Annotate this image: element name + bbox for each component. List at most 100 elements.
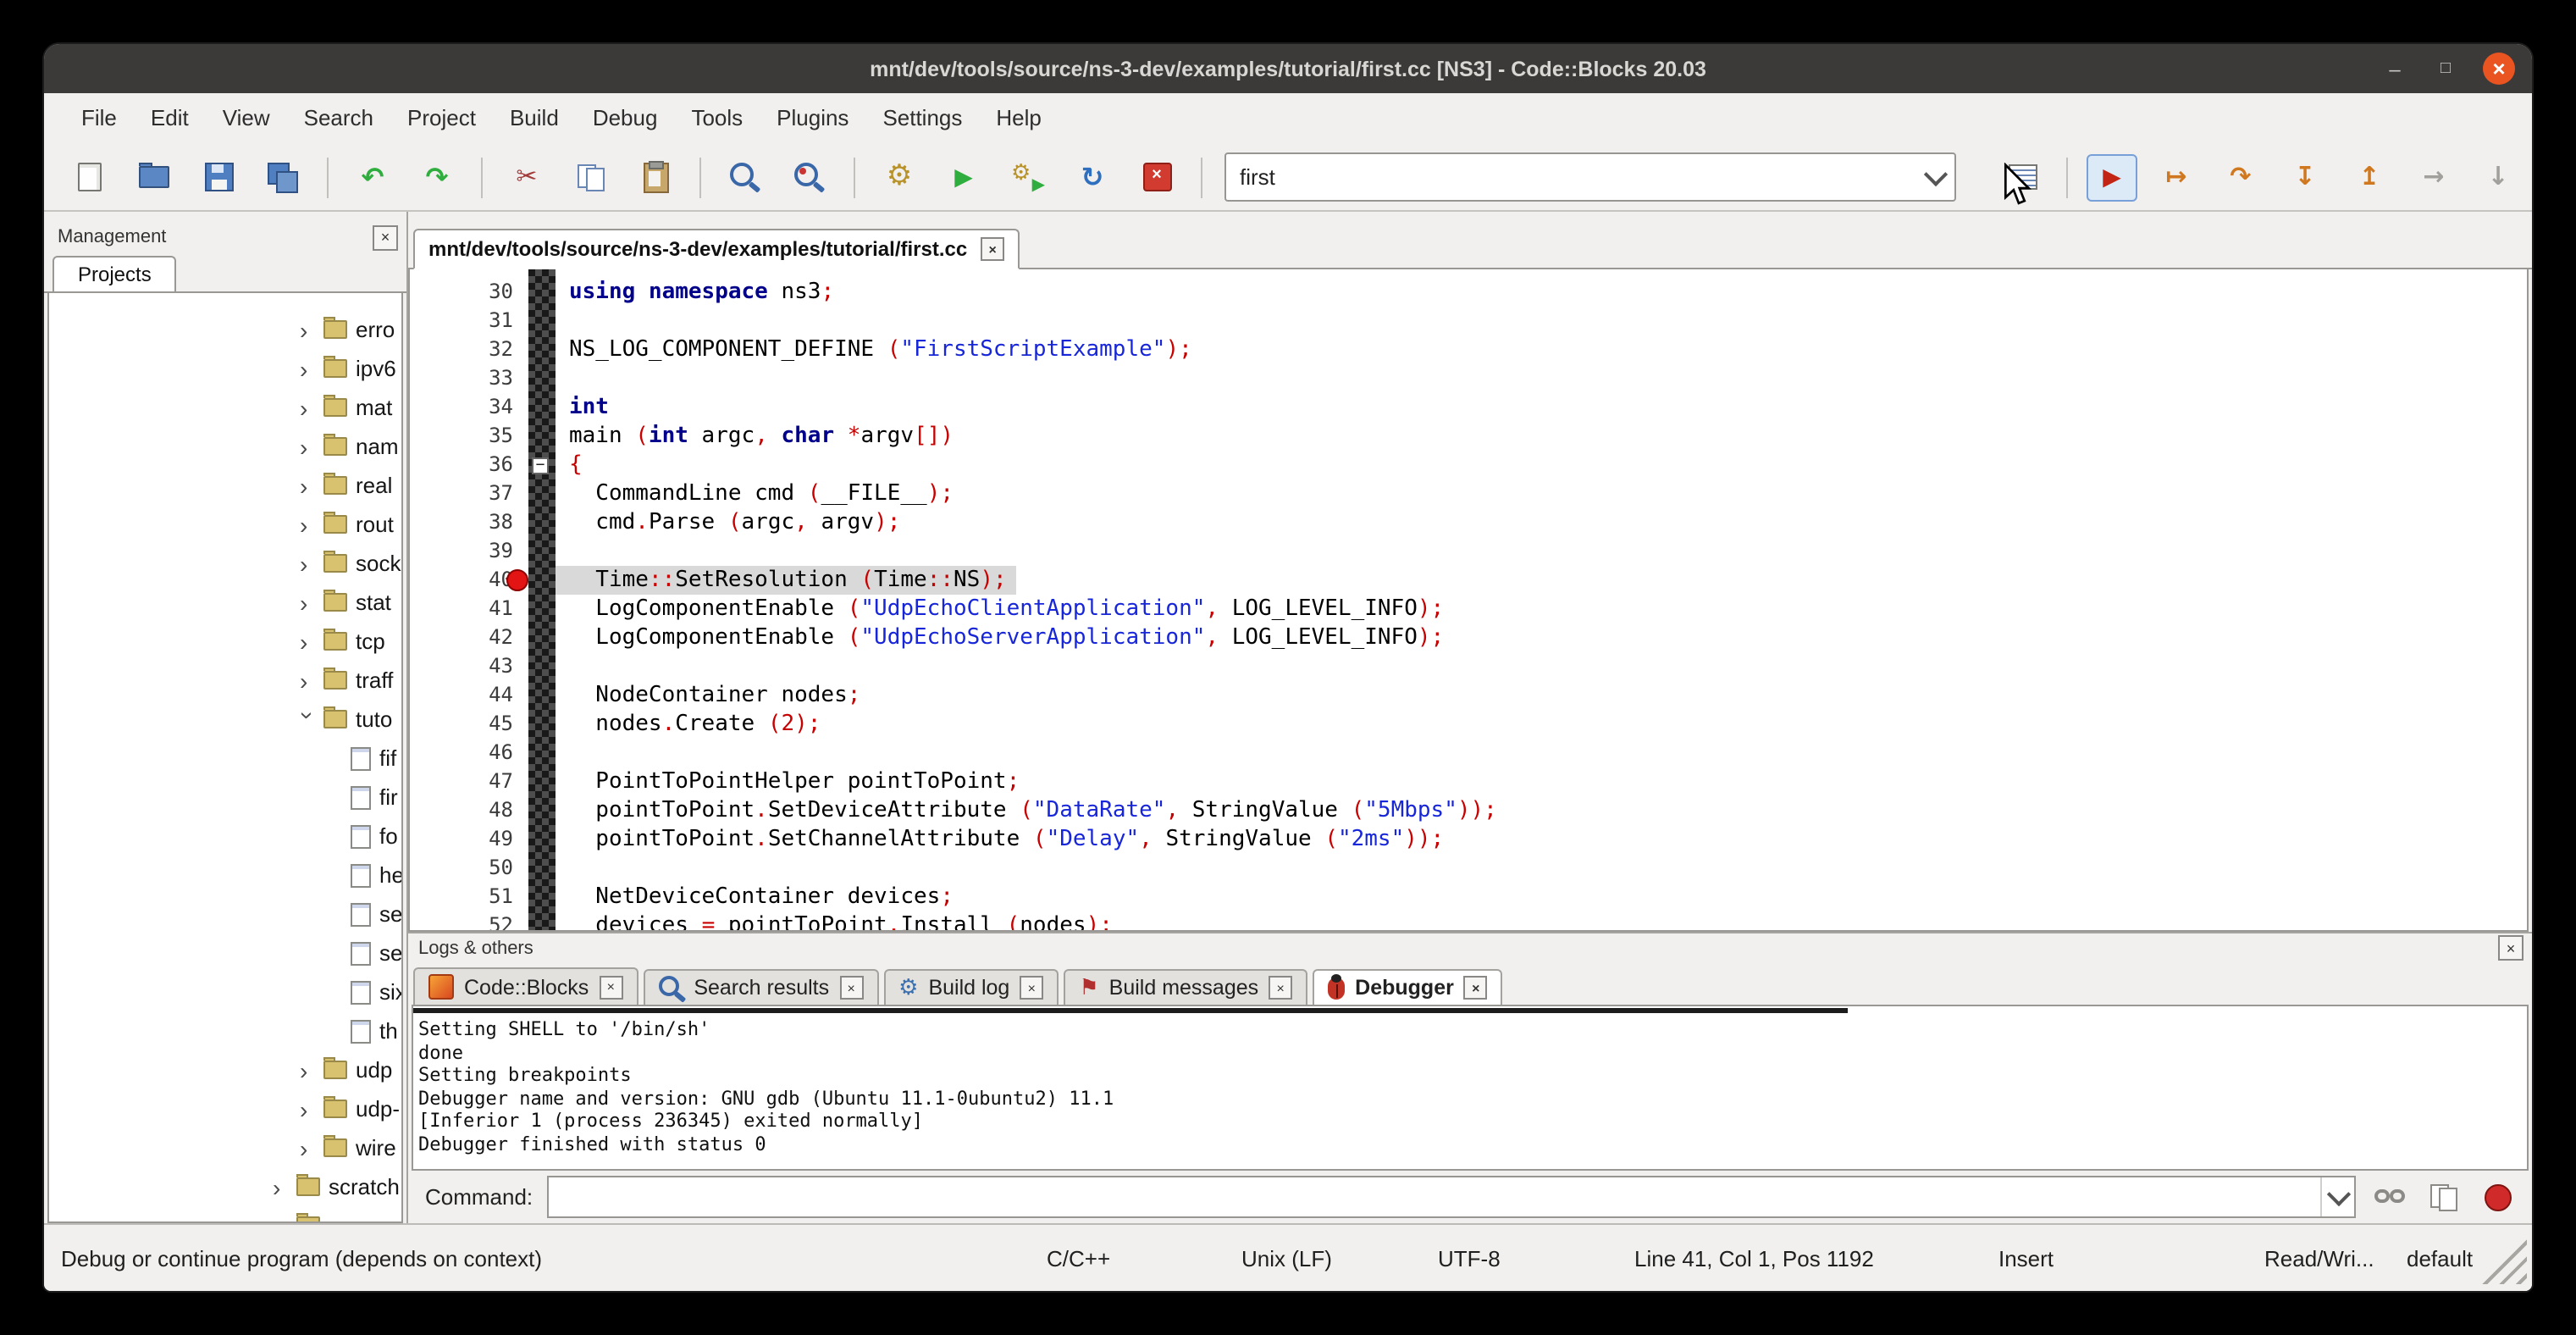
save-all-button[interactable]: [257, 153, 308, 201]
tree-item-nam[interactable]: ›nam: [49, 427, 401, 466]
menu-edit[interactable]: Edit: [134, 93, 206, 144]
debug-continue-button[interactable]: ▶: [2087, 153, 2137, 201]
chevron-right-icon[interactable]: ›: [300, 396, 317, 419]
chevron-right-icon[interactable]: ›: [300, 590, 317, 614]
tab-close-button[interactable]: ×: [1269, 976, 1292, 1000]
chevron-right-icon[interactable]: ›: [300, 629, 317, 653]
minimize-button[interactable]: –: [2381, 55, 2408, 82]
chevron-right-icon[interactable]: ›: [300, 1097, 317, 1121]
logs-tab-build-log[interactable]: ⚙Build log×: [883, 969, 1059, 1005]
tree-item-tcp[interactable]: ›tcp: [49, 622, 401, 661]
search-combo[interactable]: [1224, 152, 1956, 202]
combo-dropdown-button[interactable]: [1917, 172, 1954, 182]
paste-button[interactable]: [630, 153, 681, 201]
chevron-right-icon[interactable]: ›: [300, 1136, 317, 1160]
chevron-right-icon[interactable]: ›: [300, 318, 317, 341]
tree-item-fif[interactable]: fif: [49, 739, 401, 778]
tree-item-fir[interactable]: fir: [49, 778, 401, 817]
chevron-right-icon[interactable]: ›: [300, 668, 317, 692]
tree-item-scratch[interactable]: ›scratch: [49, 1167, 401, 1206]
undo-button[interactable]: ↶: [347, 153, 398, 201]
title-bar[interactable]: mnt/dev/tools/source/ns-3-dev/examples/t…: [44, 44, 2532, 93]
tree-item-ipv6[interactable]: ›ipv6: [49, 349, 401, 388]
target-list-button[interactable]: [1997, 153, 2048, 201]
menu-settings[interactable]: Settings: [865, 93, 979, 144]
resize-grip[interactable]: [2479, 1237, 2527, 1284]
command-input[interactable]: [548, 1185, 2320, 1209]
build-run-button[interactable]: ⚙▶: [1003, 153, 1053, 201]
tree-item-wire[interactable]: ›wire: [49, 1128, 401, 1167]
tab-close-button[interactable]: ×: [599, 975, 622, 999]
chevron-right-icon[interactable]: ›: [300, 512, 317, 536]
tree-item-stat[interactable]: ›stat: [49, 583, 401, 622]
breakpoint-marker[interactable]: [506, 569, 528, 591]
stop-debugger-button[interactable]: [2478, 1178, 2518, 1216]
attach-log-button[interactable]: [2369, 1178, 2410, 1216]
tab-close-button[interactable]: ×: [839, 976, 863, 1000]
logs-tab-build-messages[interactable]: ⚑Build messages×: [1064, 969, 1307, 1005]
project-tree[interactable]: ›erro›ipv6›mat›nam›real›rout›sock›stat›t…: [47, 293, 403, 1223]
logs-tab-debugger[interactable]: Debugger×: [1313, 969, 1503, 1005]
step-into-instruction-button[interactable]: ↓: [2473, 153, 2523, 201]
tab-close-button[interactable]: ×: [1464, 976, 1488, 1000]
chevron-right-icon[interactable]: ›: [300, 551, 317, 575]
command-combo[interactable]: [546, 1176, 2356, 1218]
menu-help[interactable]: Help: [979, 93, 1059, 144]
tree-item-th[interactable]: th: [49, 1011, 401, 1050]
run-to-cursor-button[interactable]: ↦: [2151, 153, 2202, 201]
tree-item-rout[interactable]: ›rout: [49, 505, 401, 544]
tree-item-six[interactable]: six: [49, 972, 401, 1011]
management-close-button[interactable]: ×: [373, 224, 398, 250]
find-button[interactable]: [720, 153, 771, 201]
replace-button[interactable]: [784, 153, 835, 201]
menu-debug[interactable]: Debug: [576, 93, 675, 144]
chevron-down-icon[interactable]: ›: [296, 711, 320, 728]
menu-view[interactable]: View: [206, 93, 287, 144]
maximize-button[interactable]: □: [2432, 55, 2459, 82]
save-button[interactable]: [193, 153, 244, 201]
code-editor[interactable]: 30using namespace ns3;3132NS_LOG_COMPONE…: [408, 269, 2529, 932]
tree-item-udp[interactable]: ›udp: [49, 1050, 401, 1089]
search-input[interactable]: [1226, 164, 1917, 190]
rebuild-button[interactable]: ↻: [1067, 153, 1118, 201]
copy-log-button[interactable]: [2424, 1178, 2464, 1216]
tab-projects[interactable]: Projects: [53, 256, 177, 291]
tree-item-fo[interactable]: fo: [49, 817, 401, 856]
fold-marker[interactable]: −: [532, 457, 549, 474]
logs-tab-code-blocks[interactable]: Code::Blocks×: [413, 967, 638, 1005]
abort-button[interactable]: [1131, 153, 1182, 201]
menu-tools[interactable]: Tools: [674, 93, 760, 144]
tree-item-erro[interactable]: ›erro: [49, 310, 401, 349]
redo-button[interactable]: ↷: [412, 153, 462, 201]
logs-tab-search-results[interactable]: Search results×: [643, 969, 878, 1005]
tree-item-sock[interactable]: ›sock: [49, 544, 401, 583]
tree-item-traff[interactable]: ›traff: [49, 661, 401, 700]
editor-tab-close-button[interactable]: ×: [981, 237, 1004, 261]
logs-close-button[interactable]: ×: [2498, 935, 2523, 961]
build-button[interactable]: ⚙: [874, 153, 925, 201]
menu-plugins[interactable]: Plugins: [760, 93, 865, 144]
step-out-button[interactable]: ↥: [2344, 153, 2395, 201]
tree-item-tuto[interactable]: ›tuto: [49, 700, 401, 739]
run-button[interactable]: ▶: [938, 153, 989, 201]
step-into-button[interactable]: ↧: [2280, 153, 2330, 201]
chevron-right-icon[interactable]: ›: [273, 1214, 290, 1223]
cut-button[interactable]: ✂: [501, 153, 552, 201]
editor-tab[interactable]: mnt/dev/tools/source/ns-3-dev/examples/t…: [413, 229, 1020, 269]
tree-item-udp-[interactable]: ›udp-: [49, 1089, 401, 1128]
open-file-button[interactable]: [129, 153, 180, 201]
chevron-right-icon[interactable]: ›: [300, 1058, 317, 1082]
tree-item-src[interactable]: ›src: [49, 1206, 401, 1223]
new-file-button[interactable]: [64, 153, 115, 201]
tree-item-mat[interactable]: ›mat: [49, 388, 401, 427]
chevron-right-icon[interactable]: ›: [300, 357, 317, 380]
chevron-right-icon[interactable]: ›: [300, 474, 317, 497]
next-instruction-button[interactable]: →: [2408, 153, 2459, 201]
toolbar-overflow-button[interactable]: [2530, 153, 2532, 201]
tree-item-se[interactable]: se: [49, 895, 401, 933]
log-output[interactable]: Setting SHELL to '/bin/sh'doneSetting br…: [412, 1005, 2529, 1171]
tab-close-button[interactable]: ×: [1020, 976, 1043, 1000]
copy-button[interactable]: [566, 153, 616, 201]
menu-search[interactable]: Search: [287, 93, 390, 144]
next-line-button[interactable]: ↷: [2215, 153, 2266, 201]
